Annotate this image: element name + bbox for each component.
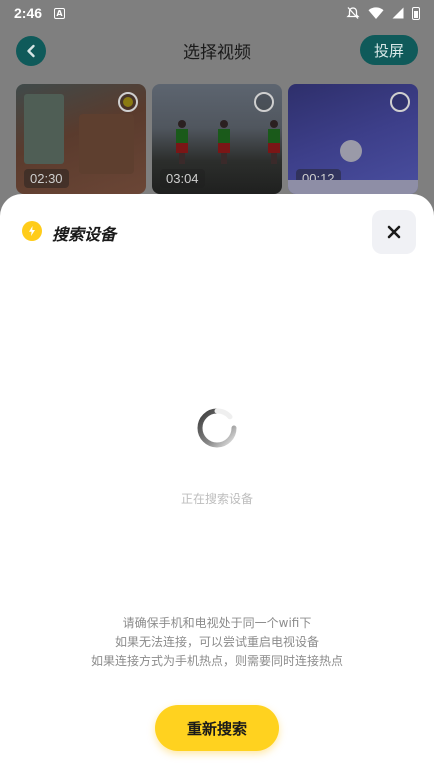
video-card[interactable]: 02:30 (16, 84, 146, 194)
video-thumbnail-figure (268, 120, 280, 164)
video-card[interactable]: 00:12 (288, 84, 418, 194)
video-duration: 02:30 (24, 169, 69, 188)
wifi-icon (368, 6, 384, 19)
video-thumbnail-figure (176, 120, 188, 164)
cast-button[interactable]: 投屏 (360, 35, 418, 65)
select-radio[interactable] (118, 92, 138, 112)
status-bar: 2:46 A (0, 0, 434, 26)
search-status-text: 正在搜索设备 (180, 492, 253, 506)
close-button[interactable] (372, 210, 416, 254)
video-grid: 02:30 03:04 00:12 (16, 84, 418, 194)
sheet-title: 搜索设备 (52, 225, 117, 244)
select-radio[interactable] (254, 92, 274, 112)
video-thumbnail-figure (218, 120, 230, 164)
loading-spinner-icon (197, 408, 237, 448)
signal-icon (392, 7, 404, 19)
video-duration: 03:04 (160, 169, 205, 188)
hint-line: 如果无法连接，可以尝试重启电视设备 (114, 635, 319, 649)
status-icons (346, 6, 420, 20)
mute-icon (346, 7, 360, 19)
sheet-header: 搜索设备 (0, 194, 434, 270)
page-header: 选择视频 投屏 (0, 26, 434, 72)
hint-line: 请确保手机和电视处于同一个wifi下 (122, 616, 312, 630)
search-device-sheet: 搜索设备 (0, 194, 434, 771)
notification-icon: A (54, 7, 66, 19)
lightning-icon (22, 221, 42, 241)
connection-hints: 请确保手机和电视处于同一个wifi下 如果无法连接，可以尝试重启电视设备 如果连… (0, 614, 434, 671)
status-time: 2:46 (14, 5, 43, 21)
retry-search-button[interactable]: 重新搜索 (155, 705, 279, 751)
select-radio[interactable] (390, 92, 410, 112)
hint-line: 如果连接方式为手机热点，则需要同时连接热点 (90, 654, 343, 668)
video-duration: 00:12 (296, 169, 341, 188)
battery-icon (412, 6, 420, 20)
video-card[interactable]: 03:04 (152, 84, 282, 194)
close-icon (387, 225, 401, 239)
record-icon (340, 140, 362, 162)
